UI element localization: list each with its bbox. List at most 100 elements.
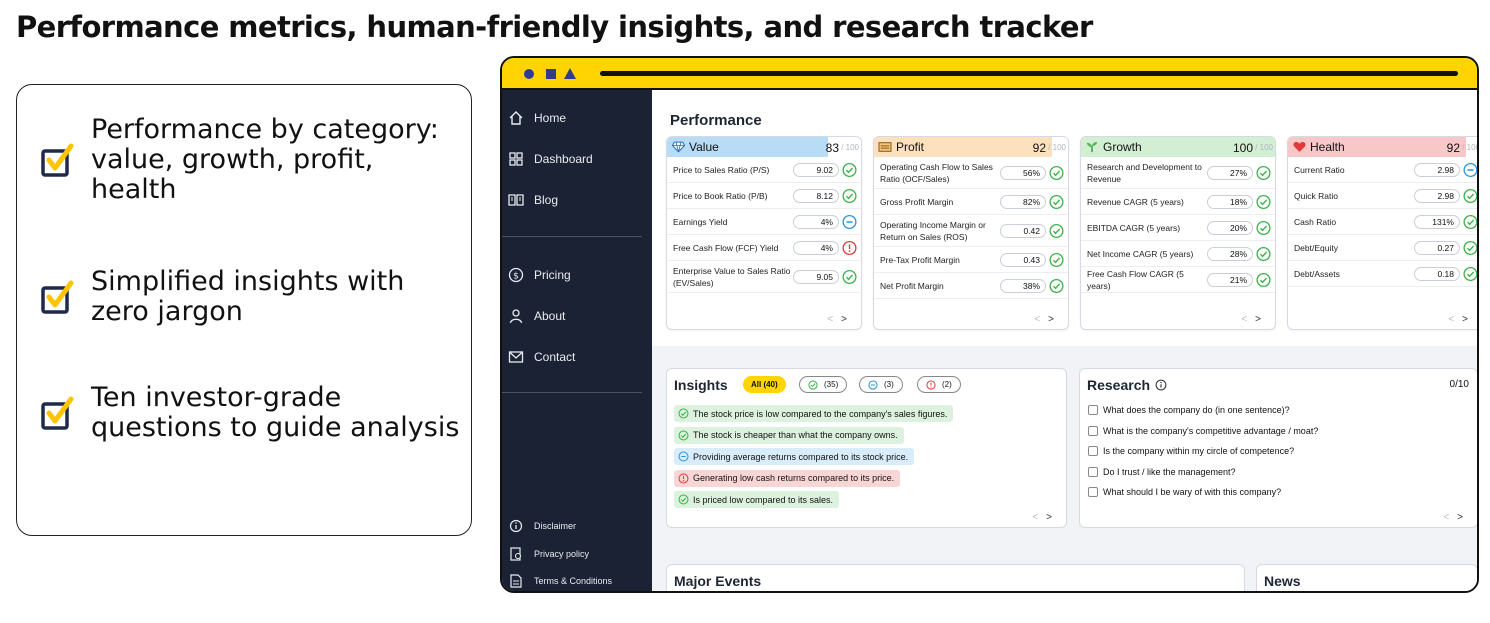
- filter-label: All (40): [751, 380, 778, 389]
- metric-row[interactable]: Operating Income Margin or Return on Sal…: [874, 215, 1068, 247]
- insight-item[interactable]: The stock is cheaper than what the compa…: [674, 426, 904, 444]
- next-page-button[interactable]: >: [1457, 512, 1463, 523]
- insight-item[interactable]: The stock price is low compared to the c…: [674, 405, 954, 422]
- question-checkbox[interactable]: [1088, 466, 1098, 477]
- check-circle-icon: [1463, 240, 1477, 255]
- insight-item[interactable]: Is priced low compared to its sales.: [674, 491, 840, 508]
- card-score-max: / 100: [841, 143, 859, 152]
- metric-name: Net Income CAGR (5 years): [1087, 248, 1194, 259]
- filter-good-button[interactable]: (35): [799, 376, 848, 393]
- sidebar-item-disclaimer[interactable]: Disclaimer: [508, 518, 576, 534]
- sidebar-item-label: Contact: [534, 350, 576, 364]
- next-page-button[interactable]: >: [1046, 512, 1052, 523]
- metric-row[interactable]: Pre-Tax Profit Margin 0.43: [874, 247, 1068, 273]
- sidebar-item-contact[interactable]: Contact: [508, 349, 575, 365]
- section-title: News: [1264, 573, 1301, 589]
- next-page-button[interactable]: >: [841, 314, 847, 325]
- check-circle-icon: [1049, 252, 1064, 267]
- metric-row[interactable]: Cash Ratio 131%: [1288, 209, 1477, 235]
- prev-page-button[interactable]: <: [1032, 512, 1038, 523]
- metric-row[interactable]: Operating Cash Flow to Sales Ratio (OCF/…: [874, 157, 1068, 189]
- question-checkbox[interactable]: [1088, 425, 1098, 436]
- check-circle-icon: [1256, 194, 1271, 209]
- address-bar: [600, 71, 1458, 76]
- checkbox-checked-icon: [41, 143, 74, 177]
- sidebar-item-home[interactable]: Home: [508, 110, 566, 126]
- filter-bad-button[interactable]: (2): [917, 376, 961, 393]
- metric-row[interactable]: Research and Development to Revenue 27%: [1081, 157, 1275, 189]
- metric-row[interactable]: Price to Sales Ratio (P/S) 9.02: [667, 157, 861, 183]
- prev-page-button[interactable]: <: [1034, 314, 1040, 325]
- prev-page-button[interactable]: <: [827, 314, 833, 325]
- metric-row[interactable]: Earnings Yield 4%: [667, 209, 861, 235]
- check-circle-icon: [1463, 188, 1477, 203]
- metric-row[interactable]: Enterprise Value to Sales Ratio (EV/Sale…: [667, 261, 861, 293]
- check-circle-icon: [808, 379, 818, 390]
- metric-row[interactable]: Revenue CAGR (5 years) 18%: [1081, 189, 1275, 215]
- card-score: 83: [825, 141, 839, 155]
- next-page-button[interactable]: >: [1255, 314, 1261, 325]
- metric-row[interactable]: Quick Ratio 2.98: [1288, 183, 1477, 209]
- sidebar-item-terms[interactable]: Terms & Conditions: [508, 573, 612, 589]
- sidebar-item-dashboard[interactable]: Dashboard: [508, 151, 593, 167]
- research-question[interactable]: Do I trust / like the management?: [1088, 466, 1236, 477]
- metric-row[interactable]: Debt/Assets 0.18: [1288, 261, 1477, 287]
- question-checkbox[interactable]: [1088, 487, 1098, 497]
- prev-page-button[interactable]: <: [1241, 314, 1247, 325]
- question-checkbox[interactable]: [1088, 405, 1098, 415]
- prev-page-button[interactable]: <: [1443, 512, 1449, 523]
- filter-label: (2): [942, 380, 952, 389]
- metric-row[interactable]: Net Income CAGR (5 years) 28%: [1081, 241, 1275, 267]
- metric-value: 8.12: [793, 188, 839, 203]
- sidebar-item-label: About: [534, 309, 566, 323]
- research-question[interactable]: What should I be wary of with this compa…: [1088, 487, 1281, 497]
- metric-row[interactable]: Current Ratio 2.98: [1288, 157, 1477, 183]
- feature-text: Simplified insights with zero jargon: [91, 266, 405, 327]
- metric-row[interactable]: Price to Book Ratio (P/B) 8.12: [667, 183, 861, 209]
- metric-name: Debt/Assets: [1294, 268, 1340, 279]
- research-question[interactable]: What is the company's competitive advant…: [1088, 425, 1318, 436]
- prev-page-button[interactable]: <: [1448, 314, 1454, 325]
- next-page-button[interactable]: >: [1462, 314, 1468, 325]
- research-question[interactable]: What does the company do (in one sentenc…: [1088, 405, 1290, 415]
- next-page-button[interactable]: >: [1048, 314, 1054, 325]
- card-header: Profit 92/ 100: [874, 137, 1068, 157]
- metric-row[interactable]: Free Cash Flow CAGR (5 years) 21%: [1081, 267, 1275, 293]
- info-icon[interactable]: [1155, 379, 1167, 391]
- sidebar-item-blog[interactable]: Blog: [508, 192, 558, 208]
- metric-row[interactable]: EBITDA CAGR (5 years) 20%: [1081, 215, 1275, 241]
- section-title: Insights: [674, 377, 728, 393]
- metric-name: Net Profit Margin: [880, 280, 944, 291]
- sidebar-item-pricing[interactable]: $ Pricing: [508, 267, 571, 283]
- filter-neutral-button[interactable]: (3): [859, 376, 903, 393]
- square-icon: [546, 69, 556, 79]
- check-circle-icon: [842, 188, 857, 203]
- metric-name: Cash Ratio: [1294, 216, 1337, 227]
- check-circle-icon: [1049, 165, 1064, 180]
- card-title: Health: [1310, 140, 1345, 154]
- insight-item[interactable]: Generating low cash returns compared to …: [674, 469, 901, 487]
- metric-name: Earnings Yield: [673, 216, 728, 227]
- metric-row[interactable]: Gross Profit Margin 82%: [874, 189, 1068, 215]
- metric-row[interactable]: Debt/Equity 0.27: [1288, 235, 1477, 261]
- metric-row[interactable]: Free Cash Flow (FCF) Yield 4%: [667, 235, 861, 261]
- major-events-panel: Major Events: [666, 564, 1245, 591]
- section-title: Research: [1087, 377, 1167, 393]
- category-card-value: Value 83/ 100 Price to Sales Ratio (P/S) 9.…: [666, 136, 862, 330]
- metric-row[interactable]: Net Profit Margin 38%: [874, 273, 1068, 299]
- metric-value: 2.98: [1414, 162, 1460, 177]
- check-circle-icon: [842, 162, 857, 177]
- filter-all-button[interactable]: All (40): [743, 376, 786, 393]
- sidebar-item-privacy[interactable]: Privacy policy: [508, 546, 589, 562]
- research-question[interactable]: Is the company within my circle of compe…: [1088, 446, 1294, 456]
- question-checkbox[interactable]: [1088, 446, 1098, 456]
- sidebar-item-about[interactable]: About: [508, 308, 565, 324]
- feature-text: Performance by category: value, growth, …: [91, 114, 439, 205]
- check-circle-icon: [1463, 266, 1477, 281]
- minus-circle-icon: [1463, 162, 1477, 177]
- metric-value: 0.43: [1000, 252, 1046, 267]
- insight-item[interactable]: Providing average returns compared to it…: [674, 448, 915, 465]
- shield-doc-icon: [510, 547, 522, 561]
- sidebar-item-label: Disclaimer: [534, 521, 577, 531]
- question-text: Is the company within my circle of compe…: [1103, 446, 1295, 456]
